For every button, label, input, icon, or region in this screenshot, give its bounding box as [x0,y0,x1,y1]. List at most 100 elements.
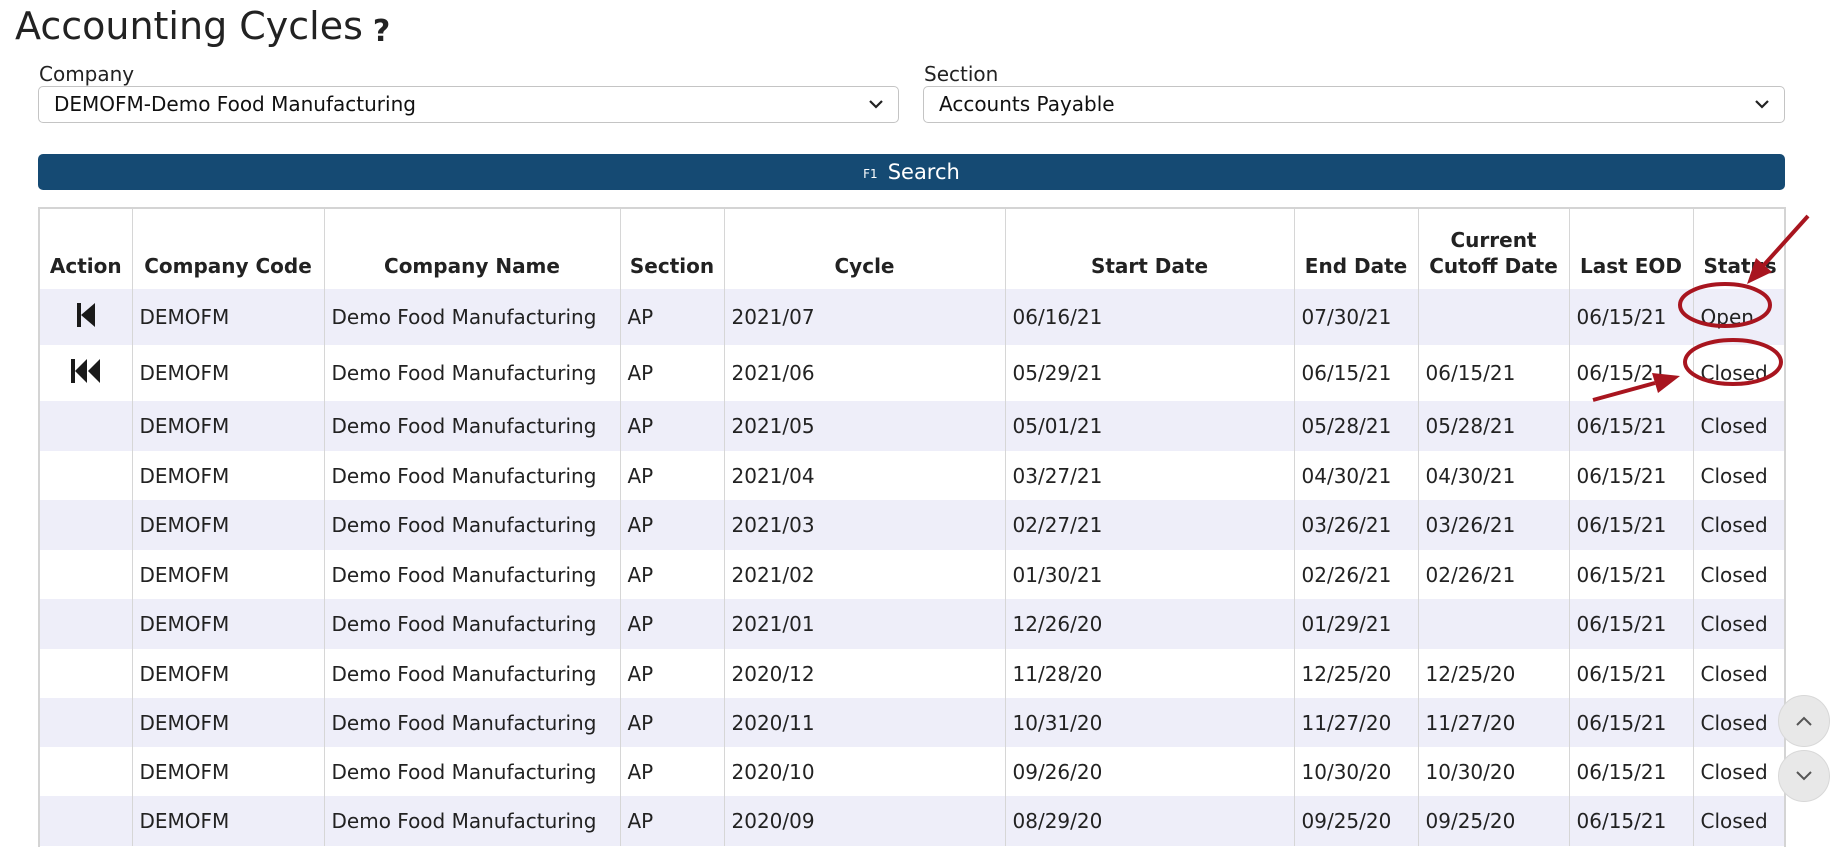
cell-cycle: 2021/05 [724,401,1006,451]
column-header-section[interactable]: Section [620,209,725,289]
cell-status: Closed [1693,698,1784,747]
column-header-status[interactable]: Status [1693,209,1784,289]
cell-company-code: DEMOFM [132,289,325,345]
cell-company-name: Demo Food Manufacturing [324,550,621,599]
cell-cycle: 2020/10 [724,747,1006,796]
cell-company-code: DEMOFM [132,599,325,649]
table-row[interactable]: DEMOFM Demo Food Manufacturing AP 2021/03 02… [40,500,1784,550]
cell-start-date: 03/27/21 [1005,451,1295,500]
column-header-company-code[interactable]: Company Code [132,209,325,289]
cell-end-date: 04/30/21 [1294,451,1419,500]
fast-rewind-icon[interactable] [69,357,103,390]
scroll-up-button[interactable] [1778,695,1830,747]
column-header-last-eod[interactable]: Last EOD [1569,209,1694,289]
table-row[interactable]: DEMOFM Demo Food Manufacturing AP 2021/04 03… [40,451,1784,500]
cell-section: AP [620,401,725,451]
cell-company-name: Demo Food Manufacturing [324,649,621,698]
cell-action [40,698,133,747]
company-select-value: DEMOFM-Demo Food Manufacturing [54,92,416,116]
cell-section: AP [620,451,725,500]
page-title: Accounting Cycles? [15,4,390,49]
section-select[interactable]: Accounts Payable [923,86,1785,123]
cell-section: AP [620,345,725,401]
table-row[interactable]: DEMOFM Demo Food Manufacturing AP 2021/02 01… [40,550,1784,599]
cell-company-name: Demo Food Manufacturing [324,451,621,500]
company-select[interactable]: DEMOFM-Demo Food Manufacturing [38,86,899,123]
cell-last-eod: 06/15/21 [1569,345,1694,401]
cell-end-date: 10/30/20 [1294,747,1419,796]
cell-action [40,796,133,846]
cell-cycle: 2020/09 [724,796,1006,846]
cell-last-eod: 06/15/21 [1569,649,1694,698]
cell-start-date: 05/29/21 [1005,345,1295,401]
cell-section: AP [620,289,725,345]
table-row[interactable]: DEMOFM Demo Food Manufacturing AP 2021/07 06… [40,289,1784,345]
search-key-hint: F1 [863,167,878,181]
cell-cycle: 2021/07 [724,289,1006,345]
cell-company-name: Demo Food Manufacturing [324,401,621,451]
cell-start-date: 05/01/21 [1005,401,1295,451]
cell-start-date: 06/16/21 [1005,289,1295,345]
table-row[interactable]: DEMOFM Demo Food Manufacturing AP 2020/11 10… [40,698,1784,747]
chevron-down-icon [869,100,883,109]
step-back-icon[interactable] [74,301,98,334]
cell-last-eod: 06/15/21 [1569,796,1694,846]
cell-company-code: DEMOFM [132,451,325,500]
cell-last-eod: 06/15/21 [1569,451,1694,500]
cell-company-code: DEMOFM [132,500,325,550]
cell-cycle: 2021/04 [724,451,1006,500]
table-row[interactable]: DEMOFM Demo Food Manufacturing AP 2020/09 08… [40,796,1784,846]
search-button[interactable]: F1 Search [38,154,1785,190]
table-row[interactable]: DEMOFM Demo Food Manufacturing AP 2021/01 12… [40,599,1784,649]
cell-status: Closed [1693,500,1784,550]
cell-company-code: DEMOFM [132,698,325,747]
cell-status: Open [1693,289,1784,345]
table-row[interactable]: DEMOFM Demo Food Manufacturing AP 2021/05 05… [40,401,1784,451]
help-icon[interactable]: ? [373,14,390,49]
page-title-text: Accounting Cycles [15,4,363,48]
cell-section: AP [620,500,725,550]
cell-section: AP [620,698,725,747]
cell-cutoff-date: 03/26/21 [1418,500,1570,550]
cell-last-eod: 06/15/21 [1569,550,1694,599]
cell-company-code: DEMOFM [132,401,325,451]
cell-company-name: Demo Food Manufacturing [324,599,621,649]
column-header-cutoff-date[interactable]: Current Cutoff Date [1418,209,1570,289]
chevron-up-icon [1796,716,1812,726]
cell-cutoff-date: 09/25/20 [1418,796,1570,846]
cell-last-eod: 06/15/21 [1569,401,1694,451]
cell-action[interactable] [40,289,133,345]
cell-status: Closed [1693,747,1784,796]
cell-company-name: Demo Food Manufacturing [324,289,621,345]
cell-cutoff-date: 11/27/20 [1418,698,1570,747]
cell-start-date: 09/26/20 [1005,747,1295,796]
cell-start-date: 12/26/20 [1005,599,1295,649]
company-label: Company [39,62,135,86]
column-header-company-name[interactable]: Company Name [324,209,621,289]
cell-start-date: 10/31/20 [1005,698,1295,747]
scroll-down-button[interactable] [1778,750,1830,802]
cell-section: AP [620,796,725,846]
cell-start-date: 02/27/21 [1005,500,1295,550]
cell-status: Closed [1693,451,1784,500]
column-header-start-date[interactable]: Start Date [1005,209,1295,289]
cell-cycle: 2020/12 [724,649,1006,698]
cell-status: Closed [1693,649,1784,698]
cell-status: Closed [1693,796,1784,846]
table-row[interactable]: DEMOFM Demo Food Manufacturing AP 2020/12 11… [40,649,1784,698]
cell-company-code: DEMOFM [132,649,325,698]
cell-company-name: Demo Food Manufacturing [324,345,621,401]
cell-end-date: 06/15/21 [1294,345,1419,401]
chevron-down-icon [1796,771,1812,781]
cell-section: AP [620,747,725,796]
cell-cutoff-date: 12/25/20 [1418,649,1570,698]
column-header-cycle[interactable]: Cycle [724,209,1006,289]
cell-status: Closed [1693,599,1784,649]
table-row[interactable]: DEMOFM Demo Food Manufacturing AP 2021/06 05… [40,345,1784,401]
table-row[interactable]: DEMOFM Demo Food Manufacturing AP 2020/10 09… [40,747,1784,796]
column-header-end-date[interactable]: End Date [1294,209,1419,289]
column-header-action[interactable]: Action [40,209,133,289]
cell-company-name: Demo Food Manufacturing [324,698,621,747]
cell-cutoff-date: 02/26/21 [1418,550,1570,599]
cell-action[interactable] [40,345,133,401]
